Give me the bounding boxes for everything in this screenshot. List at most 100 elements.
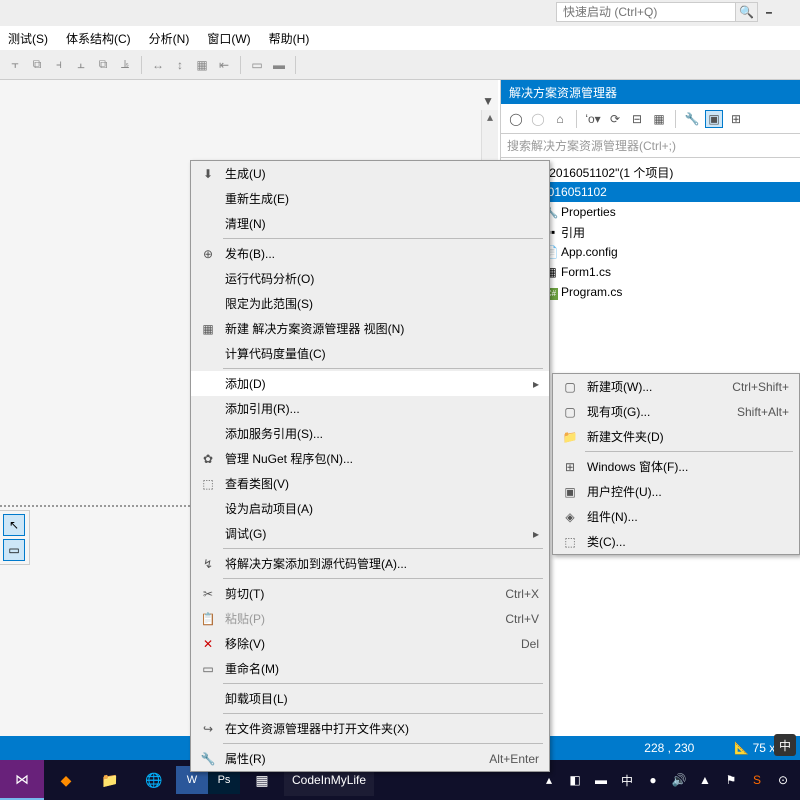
- showall-icon[interactable]: ▦: [650, 110, 668, 128]
- tool-pointer-icon[interactable]: ↖: [3, 514, 25, 536]
- menu-item-label: 将解决方案添加到源代码管理(A)...: [225, 555, 407, 572]
- taskbar-explorer-icon[interactable]: 📁: [88, 760, 132, 800]
- menu-shortcut: Ctrl+V: [505, 612, 539, 626]
- menu-item[interactable]: ↯ 将解决方案添加到源代码管理(A)...: [191, 551, 549, 576]
- taskbar-vs-icon[interactable]: ⋈: [0, 760, 44, 800]
- align-middle-icon[interactable]: ⧉: [94, 56, 112, 74]
- align-right-icon[interactable]: ⫞: [50, 56, 68, 74]
- sync-icon[interactable]: ʻo▾: [584, 110, 602, 128]
- menu-item[interactable]: 卸载项目(L): [191, 686, 549, 711]
- menu-item-icon: 🔧: [199, 752, 217, 766]
- separator: [576, 110, 577, 128]
- space-h-icon[interactable]: ↔: [149, 56, 167, 74]
- hspace-icon[interactable]: ⇤: [215, 56, 233, 74]
- tray-ime-icon[interactable]: 中: [618, 772, 636, 789]
- align-bottom-icon[interactable]: ⫡: [116, 56, 134, 74]
- taskbar-app-icon[interactable]: ◆: [44, 760, 88, 800]
- menu-item[interactable]: 限定为此范围(S): [191, 291, 549, 316]
- properties-icon[interactable]: 🔧: [683, 110, 701, 128]
- menu-item[interactable]: ✿管理 NuGet 程序包(N)...: [191, 446, 549, 471]
- menu-test[interactable]: 测试(S): [8, 30, 48, 47]
- context-submenu: ▢新建项(W)...Ctrl+Shift+▢现有项(G)...Shift+Alt…: [552, 373, 800, 555]
- menu-item[interactable]: 重新生成(E): [191, 186, 549, 211]
- menu-item-icon: ⊞: [561, 460, 579, 474]
- preview-icon[interactable]: ▣: [705, 110, 723, 128]
- menu-item[interactable]: 运行代码分析(O): [191, 266, 549, 291]
- menu-separator: [223, 238, 543, 239]
- forward-icon[interactable]: ◯: [529, 110, 547, 128]
- menu-item-label: 限定为此范围(S): [225, 295, 313, 312]
- menu-item-icon: ◈: [561, 510, 579, 524]
- menu-item-icon: ✕: [199, 637, 217, 651]
- layer-front-icon[interactable]: ▬: [270, 56, 288, 74]
- menu-separator: [223, 548, 543, 549]
- menu-item-label: 调试(G): [225, 525, 266, 542]
- menu-item-label: 移除(V): [225, 635, 265, 652]
- collapse-icon[interactable]: ⊟: [628, 110, 646, 128]
- ime-indicator[interactable]: 中: [774, 734, 796, 756]
- menu-item[interactable]: ▢新建项(W)...Ctrl+Shift+: [553, 374, 799, 399]
- tray-icon[interactable]: S: [748, 773, 766, 787]
- menu-item-label: 组件(N)...: [587, 508, 638, 525]
- tray-icon[interactable]: ▬: [592, 773, 610, 787]
- search-box[interactable]: 搜索解决方案资源管理器(Ctrl+;): [501, 134, 800, 158]
- submenu-arrow-icon: ▸: [533, 377, 539, 391]
- tray-up-icon[interactable]: ▴: [540, 773, 558, 787]
- home-icon[interactable]: ⌂: [551, 110, 569, 128]
- view-icon[interactable]: ⊞: [727, 110, 745, 128]
- menu-item[interactable]: ⬚查看类图(V): [191, 471, 549, 496]
- menu-window[interactable]: 窗口(W): [207, 30, 250, 47]
- menu-help[interactable]: 帮助(H): [269, 30, 310, 47]
- tray-icon[interactable]: ●: [644, 773, 662, 787]
- tray-icon[interactable]: ⚑: [722, 773, 740, 787]
- grid-icon[interactable]: ▦: [193, 56, 211, 74]
- menu-item[interactable]: ▢现有项(G)...Shift+Alt+: [553, 399, 799, 424]
- menu-item[interactable]: 📁新建文件夹(D): [553, 424, 799, 449]
- refresh-icon[interactable]: ⟳: [606, 110, 624, 128]
- menu-shortcut: Ctrl+Shift+: [732, 380, 789, 394]
- tray-icon[interactable]: ▲: [696, 773, 714, 787]
- menu-item[interactable]: 计算代码度量值(C): [191, 341, 549, 366]
- menu-architecture[interactable]: 体系结构(C): [66, 30, 131, 47]
- menu-item-label: 添加引用(R)...: [225, 400, 300, 417]
- tray-icon[interactable]: ⊙: [774, 773, 792, 787]
- status-position: 228 , 230: [644, 741, 694, 755]
- quick-launch-input[interactable]: [556, 2, 736, 22]
- menu-item[interactable]: 添加(D)▸: [191, 371, 549, 396]
- menu-item[interactable]: ✂剪切(T)Ctrl+X: [191, 581, 549, 606]
- align-left-icon[interactable]: ⫟: [6, 56, 24, 74]
- dropdown-arrow-icon[interactable]: ▼: [482, 94, 494, 108]
- menu-analyze[interactable]: 分析(N): [149, 30, 190, 47]
- space-v-icon[interactable]: ↕: [171, 56, 189, 74]
- menu-item[interactable]: ▭重命名(M): [191, 656, 549, 681]
- layer-back-icon[interactable]: ▭: [248, 56, 266, 74]
- menu-item[interactable]: 🔧属性(R)Alt+Enter: [191, 746, 549, 771]
- tool-select-icon[interactable]: ▭: [3, 539, 25, 561]
- menu-item[interactable]: ⊕发布(B)...: [191, 241, 549, 266]
- tray-volume-icon[interactable]: 🔊: [670, 773, 688, 787]
- menu-item[interactable]: ↪在文件资源管理器中打开文件夹(X): [191, 716, 549, 741]
- tray-icon[interactable]: ◧: [566, 773, 584, 787]
- minimize-button[interactable]: –: [758, 2, 780, 22]
- menu-item[interactable]: 清理(N): [191, 211, 549, 236]
- menu-item[interactable]: ▦新建 解决方案资源管理器 视图(N): [191, 316, 549, 341]
- menu-item[interactable]: 设为启动项目(A): [191, 496, 549, 521]
- menu-item[interactable]: ⬚类(C)...: [553, 529, 799, 554]
- align-top-icon[interactable]: ⫠: [72, 56, 90, 74]
- menu-item[interactable]: ▣用户控件(U)...: [553, 479, 799, 504]
- menu-item-icon: ↯: [199, 557, 217, 571]
- menu-item[interactable]: ✕移除(V)Del: [191, 631, 549, 656]
- search-icon[interactable]: 🔍: [736, 2, 758, 22]
- menu-item[interactable]: ⊞Windows 窗体(F)...: [553, 454, 799, 479]
- menu-item[interactable]: 调试(G)▸: [191, 521, 549, 546]
- back-icon[interactable]: ◯: [507, 110, 525, 128]
- align-center-icon[interactable]: ⧉: [28, 56, 46, 74]
- menu-item-icon: ⬚: [199, 477, 217, 491]
- scroll-up-icon[interactable]: ▴: [482, 110, 498, 127]
- menu-item[interactable]: 添加服务引用(S)...: [191, 421, 549, 446]
- menu-item[interactable]: ⬇生成(U): [191, 161, 549, 186]
- menu-item[interactable]: ◈ 组件(N)...: [553, 504, 799, 529]
- menu-item[interactable]: 添加引用(R)...: [191, 396, 549, 421]
- menu-item-icon: ▣: [561, 485, 579, 499]
- taskbar-browser-icon[interactable]: 🌐: [132, 760, 176, 800]
